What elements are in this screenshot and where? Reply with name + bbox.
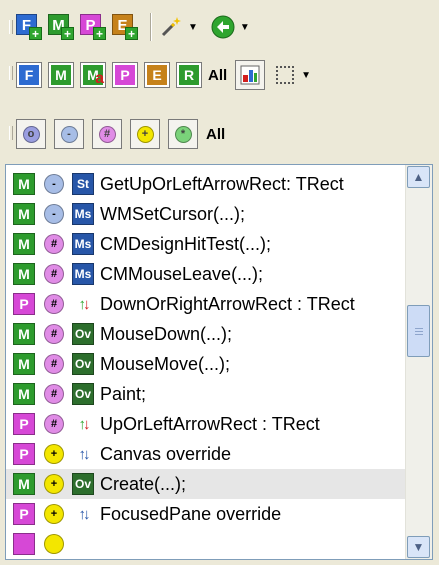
property-kind-icon: P (13, 413, 35, 435)
filter-private-button[interactable]: o (16, 119, 46, 149)
magic-wand-icon[interactable] (158, 14, 184, 40)
member-list[interactable]: M - St GetUpOrLeftArrowRect: TRect M - M… (5, 164, 433, 560)
protected-visibility-icon: # (44, 384, 64, 404)
new-property-button[interactable]: P + (80, 14, 106, 40)
view-options-icon[interactable] (235, 60, 266, 90)
public-visibility-icon (44, 534, 64, 554)
toolbar-grip[interactable] (9, 20, 13, 34)
public-visibility-icon: + (44, 474, 64, 494)
filter-methods-button[interactable]: M (48, 62, 74, 88)
method-kind-icon: M (13, 473, 35, 495)
green-back-arrow-icon[interactable] (210, 14, 236, 40)
selection-rect-icon[interactable] (273, 63, 297, 87)
public-visibility-icon: + (44, 504, 64, 524)
wand-dropdown-icon[interactable]: ▼ (188, 22, 198, 33)
list-item[interactable]: M # Ov MouseMove(...); (6, 349, 406, 379)
method-kind-icon: M (13, 323, 35, 345)
member-name: Create(...); (100, 473, 187, 494)
scroll-thumb[interactable] (407, 305, 430, 357)
list-item[interactable]: P # ↑ ↓ DownOrRightArrowRect : TRect (6, 289, 406, 319)
up-down-arrows-icon: ↑ ↓ (78, 445, 91, 463)
message-icon: Ms (72, 263, 94, 285)
protected-visibility-icon: # (44, 234, 64, 254)
protected-visibility-icon: # (44, 354, 64, 374)
filter-strict-private-button[interactable]: - (54, 119, 84, 149)
list-item[interactable]: P + ↑ ↓ Canvas override (6, 439, 406, 469)
public-visibility-icon: + (44, 444, 64, 464)
list-item[interactable]: M # Ms CMDesignHitTest(...); (6, 229, 406, 259)
property-kind-icon (13, 533, 35, 555)
method-kind-icon: M (13, 233, 35, 255)
list-item[interactable] (6, 529, 406, 559)
list-item-selected[interactable]: M + Ov Create(...); (6, 469, 406, 499)
filter-protected-button[interactable]: # (92, 119, 122, 149)
filter-public-button[interactable]: + (130, 119, 160, 149)
member-name: GetUpOrLeftArrowRect: TRect (100, 173, 344, 194)
up-down-arrows-icon: ↑ ↓ (78, 505, 91, 523)
list-item[interactable]: M # Ov Paint; (6, 379, 406, 409)
selection-dropdown-icon[interactable]: ▼ (301, 70, 311, 81)
scroll-up-button[interactable]: ▲ (407, 166, 430, 188)
message-icon: Ms (72, 203, 94, 225)
override-icon: Ov (72, 353, 94, 375)
member-name: WMSetCursor(...); (100, 203, 246, 224)
member-name: Canvas override (100, 443, 232, 464)
member-name: MouseMove(...); (100, 353, 231, 374)
filter-published-button[interactable]: * (168, 119, 198, 149)
read-write-arrows-icon: ↑ ↓ (78, 415, 91, 433)
visibility-all-label[interactable]: All (206, 126, 225, 143)
new-member-toolbar: F + M + P + E + ▼ ▼ (16, 10, 262, 44)
method-kind-icon: M (13, 173, 35, 195)
member-name: Paint; (100, 383, 147, 404)
new-field-button[interactable]: F + (16, 14, 42, 40)
method-kind-icon: M (13, 353, 35, 375)
strict-private-visibility-icon: - (44, 204, 64, 224)
member-name: CMMouseLeave(...); (100, 263, 264, 284)
kind-filter-toolbar: F M Ma P E R All ▼ (16, 58, 323, 92)
method-kind-icon: M (13, 263, 35, 285)
list-item[interactable]: P + ↑ ↓ FocusedPane override (6, 499, 406, 529)
filter-all-label[interactable]: All (208, 67, 227, 84)
filter-message-methods-button[interactable]: Ma (80, 62, 106, 88)
override-icon: Ov (72, 323, 94, 345)
list-item[interactable]: M - St GetUpOrLeftArrowRect: TRect (6, 169, 406, 199)
override-icon: Ov (72, 473, 94, 495)
scroll-down-button[interactable]: ▼ (407, 536, 430, 558)
member-name: UpOrLeftArrowRect : TRect (100, 413, 320, 434)
read-write-arrows-icon: ↑ ↓ (78, 295, 91, 313)
filter-properties-button[interactable]: P (112, 62, 138, 88)
member-name: FocusedPane override (100, 503, 282, 524)
message-icon: Ms (72, 233, 94, 255)
protected-visibility-icon: # (44, 324, 64, 344)
member-name: DownOrRightArrowRect : TRect (100, 293, 355, 314)
filter-events-button[interactable]: E (144, 62, 170, 88)
static-icon: St (72, 173, 94, 195)
method-kind-icon: M (13, 383, 35, 405)
list-item[interactable]: M - Ms WMSetCursor(...); (6, 199, 406, 229)
back-dropdown-icon[interactable]: ▼ (240, 22, 250, 33)
list-item[interactable]: M # Ms CMMouseLeave(...); (6, 259, 406, 289)
member-name: MouseDown(...); (100, 323, 233, 344)
override-icon: Ov (72, 383, 94, 405)
property-kind-icon: P (13, 503, 35, 525)
property-kind-icon: P (13, 293, 35, 315)
visibility-filter-toolbar: o - # + * All (16, 118, 233, 150)
new-event-button[interactable]: E + (112, 14, 138, 40)
list-item[interactable]: M # Ov MouseDown(...); (6, 319, 406, 349)
toolbar-grip[interactable] (9, 126, 13, 140)
protected-visibility-icon: # (44, 294, 64, 314)
toolbar-separator (150, 13, 152, 41)
toolbar-grip[interactable] (9, 66, 13, 80)
strict-private-visibility-icon: - (44, 174, 64, 194)
filter-records-button[interactable]: R (176, 62, 202, 88)
vertical-scrollbar[interactable]: ▲ ▼ (405, 165, 432, 559)
member-name: CMDesignHitTest(...); (100, 233, 272, 254)
property-kind-icon: P (13, 443, 35, 465)
new-method-button[interactable]: M + (48, 14, 74, 40)
method-kind-icon: M (13, 203, 35, 225)
protected-visibility-icon: # (44, 414, 64, 434)
protected-visibility-icon: # (44, 264, 64, 284)
list-item[interactable]: P # ↑ ↓ UpOrLeftArrowRect : TRect (6, 409, 406, 439)
filter-fields-button[interactable]: F (16, 62, 42, 88)
